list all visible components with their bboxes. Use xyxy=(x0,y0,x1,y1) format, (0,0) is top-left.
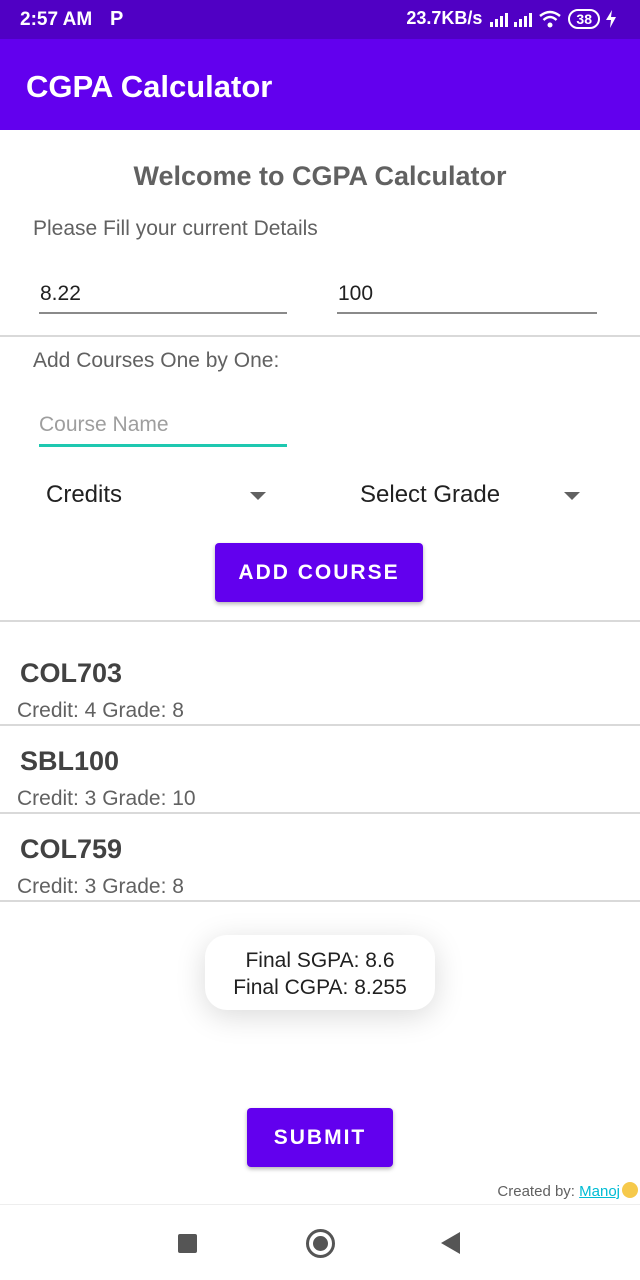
signal-icon xyxy=(490,12,533,27)
credits-dropdown[interactable]: Credits xyxy=(46,481,266,511)
course-name: SBL100 xyxy=(20,746,120,776)
nav-home-icon[interactable] xyxy=(306,1229,335,1258)
list-item[interactable]: COL703 Credit: 4 Grade: 8 xyxy=(0,638,640,726)
current-credits-input[interactable]: 100 xyxy=(337,282,597,314)
nav-recents-icon[interactable] xyxy=(178,1234,197,1253)
credits-dropdown-label: Credits xyxy=(46,481,123,508)
welcome-heading: Welcome to CGPA Calculator xyxy=(133,161,507,191)
course-name: COL703 xyxy=(20,658,123,688)
course-name: COL759 xyxy=(20,834,123,864)
nav-back-icon[interactable] xyxy=(441,1232,460,1254)
sgpa-result: Final SGPA: 8.6 xyxy=(245,949,395,972)
course-detail: Credit: 4 Grade: 8 xyxy=(17,699,184,722)
status-time: 2:57 AM xyxy=(20,9,93,30)
cgpa-result: Final CGPA: 8.255 xyxy=(233,976,407,999)
smile-emoji-icon xyxy=(622,1182,638,1198)
submit-button[interactable]: SUBMIT xyxy=(247,1108,393,1167)
divider xyxy=(0,620,640,622)
app-bar: CGPA Calculator xyxy=(0,39,640,130)
fill-details-label: Please Fill your current Details xyxy=(33,217,318,240)
author-link[interactable]: Manoj xyxy=(579,1183,620,1200)
course-detail: Credit: 3 Grade: 8 xyxy=(17,875,184,898)
wifi-icon xyxy=(539,10,562,27)
footer-credit: Created by: Manoj xyxy=(497,1182,638,1200)
divider xyxy=(0,335,640,337)
current-cgpa-input[interactable]: 8.22 xyxy=(39,282,287,314)
notification-p-icon: P xyxy=(110,8,124,30)
status-bar: 2:57 AM P 23.7KB/s 38 xyxy=(0,0,640,39)
charging-icon xyxy=(606,9,616,28)
created-by-label: Created by: xyxy=(497,1183,580,1200)
list-item[interactable]: SBL100 Credit: 3 Grade: 10 xyxy=(0,726,640,814)
network-speed: 23.7KB/s xyxy=(406,8,483,28)
battery-icon: 38 xyxy=(568,8,600,29)
result-toast: Final SGPA: 8.6 Final CGPA: 8.255 xyxy=(205,935,435,1010)
chevron-down-icon xyxy=(564,492,580,500)
navigation-bar xyxy=(0,1204,640,1280)
add-course-button[interactable]: ADD COURSE xyxy=(215,543,423,602)
chevron-down-icon xyxy=(250,492,266,500)
app-title: CGPA Calculator xyxy=(26,69,273,104)
list-item[interactable]: COL759 Credit: 3 Grade: 8 xyxy=(0,814,640,902)
course-detail: Credit: 3 Grade: 10 xyxy=(17,787,196,810)
course-name-input[interactable]: Course Name xyxy=(39,413,287,447)
grade-dropdown[interactable]: Select Grade xyxy=(360,481,580,511)
add-courses-label: Add Courses One by One: xyxy=(33,349,280,372)
status-right-group: 23.7KB/s 38 xyxy=(406,8,616,29)
grade-dropdown-label: Select Grade xyxy=(360,481,501,508)
